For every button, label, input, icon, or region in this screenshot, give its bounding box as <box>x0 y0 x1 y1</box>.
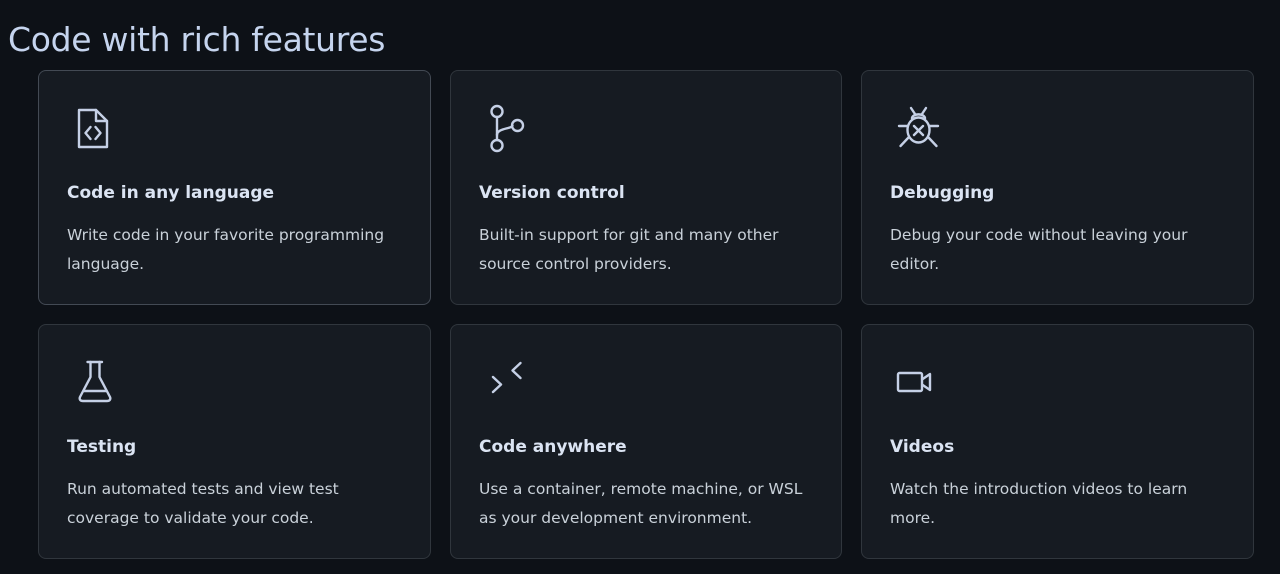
card-description: Built-in support for git and many other … <box>479 226 779 273</box>
card-title: Code in any language <box>67 183 275 203</box>
beaker-icon <box>67 353 127 413</box>
video-icon <box>890 353 950 413</box>
feature-card-videos[interactable]: Videos Watch the introduction videos to … <box>861 324 1254 559</box>
card-title: Videos <box>890 437 955 457</box>
card-description: Run automated tests and view test covera… <box>67 480 339 527</box>
feature-card-code-anywhere[interactable]: Code anywhere Use a container, remote ma… <box>450 324 842 559</box>
feature-card-code-in-any-language[interactable]: Code in any language Write code in your … <box>38 70 431 305</box>
feature-card-testing[interactable]: Testing Run automated tests and view tes… <box>38 324 431 559</box>
section-title: Code with rich features <box>8 20 386 59</box>
remote-icon <box>479 353 539 413</box>
card-description: Use a container, remote machine, or WSL … <box>479 480 803 527</box>
file-code-icon <box>67 99 127 159</box>
feature-card-debugging[interactable]: Debugging Debug your code without leavin… <box>861 70 1254 305</box>
card-title: Debugging <box>890 183 995 203</box>
card-description: Write code in your favorite programming … <box>67 226 385 273</box>
feature-card-version-control[interactable]: Version control Built-in support for git… <box>450 70 842 305</box>
bug-icon <box>890 99 950 159</box>
features-page: Code with rich features Code in any lang… <box>0 0 1280 574</box>
card-title: Code anywhere <box>479 437 627 457</box>
card-description: Watch the introduction videos to learn m… <box>890 480 1188 527</box>
git-branch-icon <box>479 99 539 159</box>
card-title: Version control <box>479 183 625 203</box>
feature-grid: Code in any language Write code in your … <box>38 70 1254 559</box>
card-title: Testing <box>67 437 137 457</box>
card-description: Debug your code without leaving your edi… <box>890 226 1188 273</box>
